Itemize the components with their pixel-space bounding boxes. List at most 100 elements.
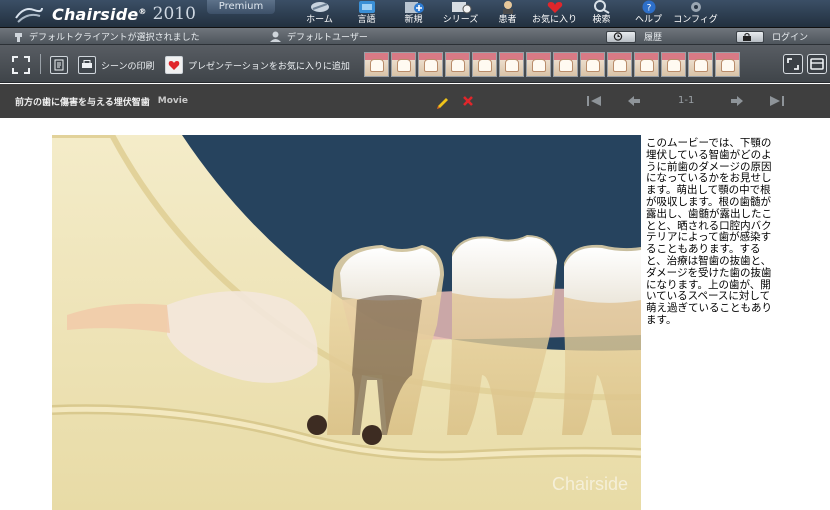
nav-favorites[interactable]: お気に入り [531,0,578,28]
scene-thumbnail-11[interactable] [634,52,659,77]
scene-thumbnail-10[interactable] [607,52,632,77]
series-icon [451,2,471,14]
nav-language[interactable]: 言語 [343,0,390,28]
brand-year: 2010 [152,4,196,24]
user-status[interactable]: デフォルトユーザー [270,28,368,45]
fullscreen-icon [12,56,30,74]
scene-thumbnails [364,52,740,77]
favorites-icon [547,2,562,13]
nav-language-label: 言語 [357,15,376,25]
scene-thumbnail-3[interactable] [418,52,443,77]
login-chip [736,30,764,43]
language-icon [358,1,375,13]
favorite-icon-box [165,56,183,74]
login-button[interactable]: ログイン [736,28,808,45]
help-icon: ? [642,0,655,14]
user-status-text: デフォルトユーザー [287,33,368,43]
top-navigation-bar: Chairside ® 2010 Premium ホーム 言語 新規 シリーズ … [0,0,830,28]
scene-thumbnail-12[interactable] [661,52,686,77]
print-scene-label: シーンの印刷 [101,61,155,72]
scene-thumbnail-1[interactable] [364,52,389,77]
patient-icon [502,1,513,14]
nav-favorites-label: お気に入り [531,15,577,25]
movie-player[interactable]: Chairside [52,135,641,510]
scene-thumbnail-8[interactable] [553,52,578,77]
edition-badge: Premium [207,0,275,14]
search-icon [593,0,610,14]
page-setup-button[interactable] [50,54,73,76]
nav-home[interactable]: ホーム [296,0,343,28]
nav-home-label: ホーム [306,15,333,25]
scene-thumbnail-14[interactable] [715,52,740,77]
screen-layout-button[interactable] [807,54,827,74]
svg-text:?: ? [646,4,651,14]
scene-pager: 1-1 [678,95,695,106]
scene-content: Chairside このムービーでは、下顎の埋伏している智歯がどのように前歯のダ… [0,118,830,510]
client-status-text: デフォルトクライアントが選択されました [29,33,200,43]
nav-config[interactable]: コンフィグ [672,0,719,28]
main-nav: ホーム 言語 新規 シリーズ 患者 お気に入り 検索 ? ヘルプ コンフィグ [296,0,719,28]
next-scene-icon[interactable] [729,93,745,109]
nav-new[interactable]: 新規 [390,0,437,28]
fullscreen-button[interactable] [12,54,30,76]
client-status[interactable]: デフォルトクライアントが選択されました [14,28,200,45]
scene-thumbnail-9[interactable] [580,52,605,77]
user-icon [270,31,281,42]
history-button[interactable]: 履歴 [606,28,662,45]
heart-icon [168,61,180,70]
scene-title-bar: 前方の歯に傷害を与える埋伏智歯 Movie 1-1 [0,84,830,118]
previous-scene-icon[interactable] [626,93,642,109]
scene-description: このムービーでは、下顎の埋伏している智歯がどのように前歯のダメージの原因になって… [646,137,772,326]
expand-icon [787,58,799,70]
scene-thumbnail-13[interactable] [688,52,713,77]
nav-search[interactable]: 検索 [578,0,625,28]
nav-series-label: シリーズ [442,15,479,25]
scene-toolbar: シーンの印刷 プレゼンテーションをお気に入りに追加 [0,45,830,83]
scene-thumbnail-4[interactable] [445,52,470,77]
nav-patient[interactable]: 患者 [484,0,531,28]
scene-thumbnail-2[interactable] [391,52,416,77]
add-to-favorites-label: プレゼンテーションをお気に入りに追加 [188,61,350,72]
document-icon [54,59,64,71]
brand-name: Chairside [52,4,139,24]
history-chip [606,30,636,43]
print-icon-box [78,56,96,74]
nav-config-label: コンフィグ [673,15,718,25]
home-icon [310,2,329,12]
last-scene-icon[interactable] [768,93,786,109]
config-icon [690,2,701,12]
delete-x-icon[interactable] [460,93,476,109]
layout-icon [810,58,824,70]
app-logo[interactable]: Chairside ® 2010 [14,0,196,28]
chairside-logo-icon [15,7,43,23]
status-bar: デフォルトクライアントが選択されました デフォルトユーザー 履歴 ログイン [0,28,830,45]
client-icon [15,32,22,42]
nav-series[interactable]: シリーズ [437,0,484,28]
registered-mark: ® [138,6,147,16]
first-scene-icon[interactable] [585,93,603,109]
nav-patient-label: 患者 [498,15,517,25]
login-label: ログイン [772,33,809,43]
print-scene-button[interactable]: シーンの印刷 [78,54,155,76]
lock-icon [743,33,751,41]
expand-view-button[interactable] [783,54,803,74]
edit-pencil-icon[interactable] [435,93,451,109]
scene-thumbnail-7[interactable] [526,52,551,77]
dental-illustration: Chairside [52,135,641,510]
scene-thumbnail-6[interactable] [499,52,524,77]
scene-thumbnail-5[interactable] [472,52,497,77]
scene-title-text: 前方の歯に傷害を与える埋伏智歯 [15,97,150,108]
scene-title: 前方の歯に傷害を与える埋伏智歯 Movie [15,84,188,118]
history-label: 履歴 [644,33,663,43]
nav-new-label: 新規 [404,15,423,25]
media-type-label: Movie [157,96,188,106]
clock-icon [613,32,623,41]
printer-icon [82,60,92,68]
add-to-favorites-button[interactable]: プレゼンテーションをお気に入りに追加 [165,54,350,76]
nav-search-label: 検索 [592,15,611,25]
nav-help[interactable]: ? ヘルプ [625,0,672,28]
nav-help-label: ヘルプ [634,15,662,25]
chairside-watermark: Chairside [552,474,628,494]
toolbar-divider [40,54,41,74]
page-setup-icon-box [50,56,68,74]
